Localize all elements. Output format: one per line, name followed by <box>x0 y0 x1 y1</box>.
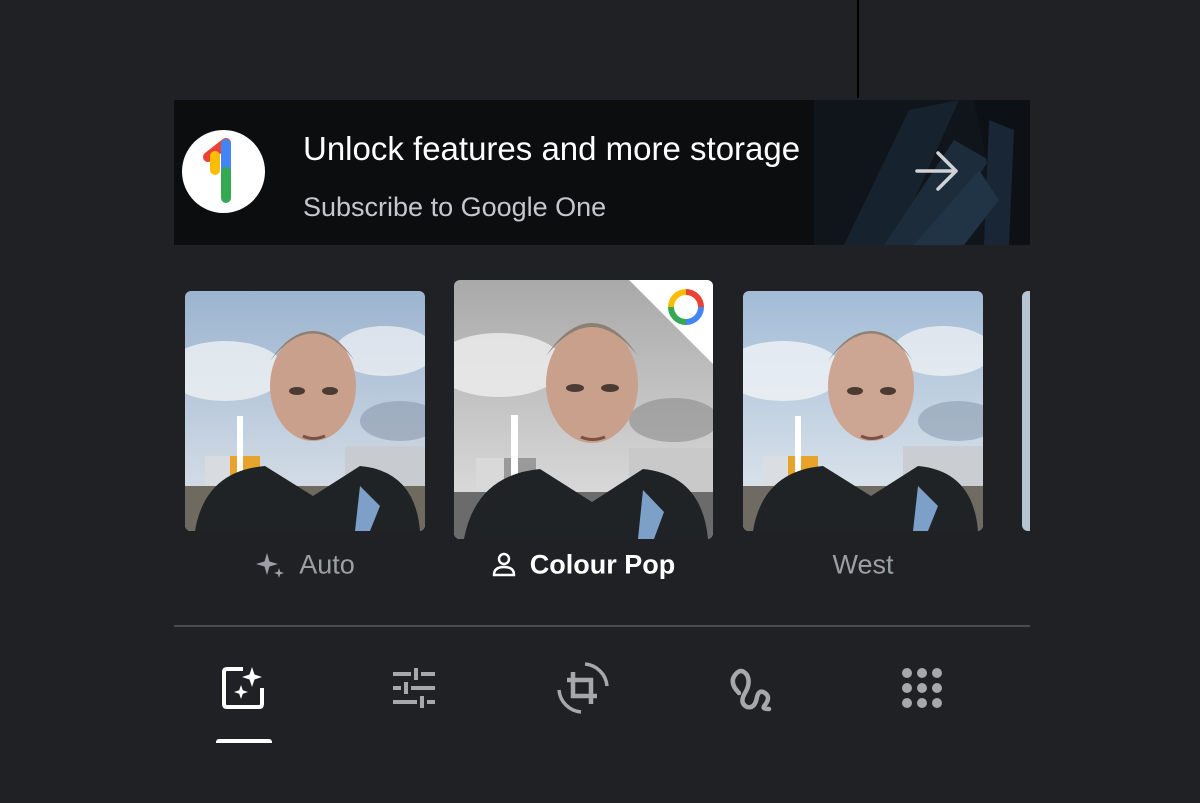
photo-sparkle-icon <box>222 667 264 709</box>
filter-thumbnail-auto[interactable] <box>185 291 425 531</box>
photo-preview-west <box>743 291 983 531</box>
person-icon <box>492 552 515 577</box>
photo-preview-color <box>185 291 425 531</box>
tool-markup[interactable] <box>722 658 782 718</box>
google-one-promo-banner[interactable]: Unlock features and more storage Subscri… <box>174 100 1030 245</box>
google-one-logo <box>182 130 265 213</box>
filter-thumbnail-next-partial[interactable] <box>1022 291 1030 531</box>
active-tool-indicator <box>216 739 272 743</box>
google-one-badge-icon <box>668 289 704 325</box>
tool-more[interactable] <box>892 658 952 718</box>
markup-squiggle-icon <box>730 668 772 712</box>
filter-carousel[interactable]: Auto Colour Pop West <box>174 280 1030 600</box>
filter-thumbnail-west[interactable] <box>743 291 983 531</box>
banner-title: Unlock features and more storage <box>303 130 801 167</box>
sparkle-icon <box>256 552 285 578</box>
tool-adjust[interactable] <box>384 658 444 718</box>
toolbar-divider <box>174 625 1030 627</box>
top-divider-line <box>857 0 859 98</box>
grid-dots-icon <box>902 668 942 708</box>
tool-suggestions[interactable] <box>214 658 274 718</box>
filter-thumbnail-colour-pop[interactable] <box>454 280 713 539</box>
filter-label-colour-pop: Colour Pop <box>454 548 713 580</box>
google-one-icon <box>203 138 231 203</box>
filter-label-auto: Auto <box>185 548 425 580</box>
sliders-icon <box>393 668 435 708</box>
filter-label-west: West <box>832 549 894 580</box>
crop-rotate-icon <box>557 662 609 714</box>
arrow-right-icon[interactable] <box>914 150 960 192</box>
banner-subtitle: Subscribe to Google One <box>303 192 607 222</box>
tool-crop[interactable] <box>553 658 613 718</box>
